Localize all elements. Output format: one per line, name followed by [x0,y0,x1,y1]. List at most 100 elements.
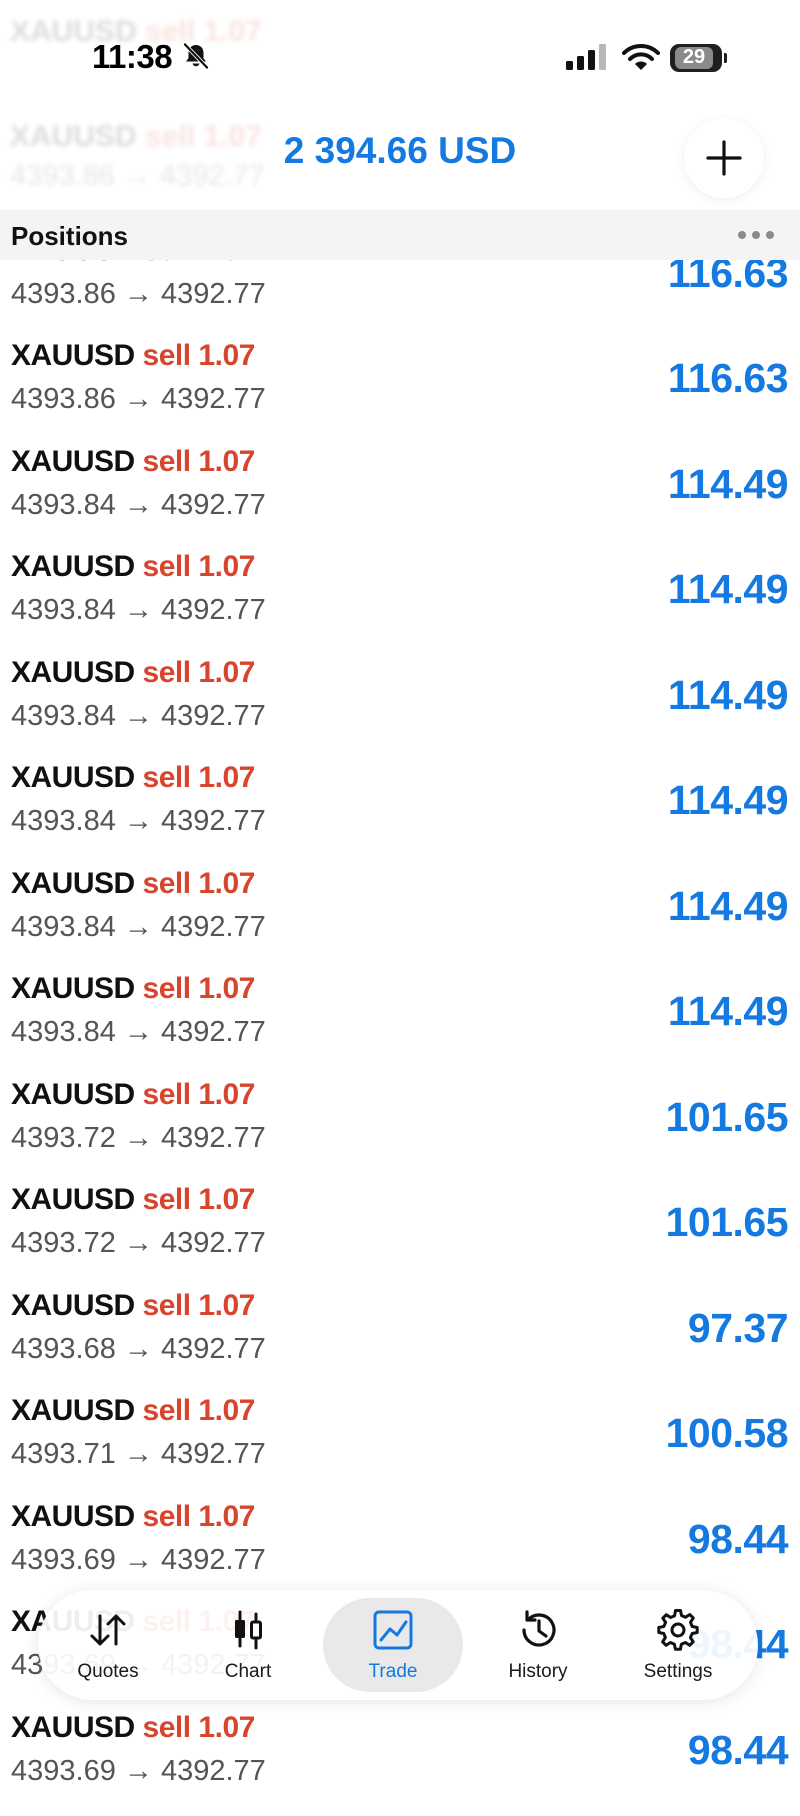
symbol-name: XAUUSD [11,1077,135,1111]
position-row[interactable]: XAUUSD sell 1.07 4393.84 → 4392.77 114.49 [0,550,800,655]
battery-percent: 29 [682,46,706,68]
tab-history[interactable]: History [468,1598,608,1692]
open-price: 4393.72 [11,1121,116,1154]
battery-icon: 29 [670,44,727,72]
position-symbol: XAUUSD sell 1.07 [11,1289,255,1323]
current-price: 4392.77 [160,1754,266,1787]
position-symbol: XAUUSD sell 1.07 [11,656,255,690]
history-clock-icon [522,1610,556,1647]
position-row[interactable]: XAUUSD sell 1.07 4393.72 → 4392.77 101.65 [0,1183,800,1288]
open-price: 4393.69 [11,1543,116,1576]
position-prices: 4393.72 → 4392.77 [11,1227,266,1259]
trade-volume: 1.07 [198,866,255,900]
current-price: 4392.77 [160,594,266,626]
trade-volume: 1.07 [198,550,255,583]
position-prices: 4393.72 → 4392.77 [11,1121,266,1154]
position-profit: 116.63 [667,355,789,401]
bottom-tab-bar: Quotes Chart Trade History Settings [38,1590,758,1700]
trade-side: sell 1.07 [142,761,256,794]
symbol-name: XAUUSD [11,339,135,372]
position-symbol: XAUUSD sell 1.07 [11,445,255,479]
symbol-name: XAUUSD [11,1288,135,1322]
tab-label: Quotes [77,1661,139,1682]
trade-side: sell 1.07 [142,1183,256,1216]
position-row[interactable]: XAUUSD sell 1.07 4393.68 → 4392.77 97.37 [0,1289,800,1394]
open-price: 4393.86 [11,277,116,310]
trade-side: sell 1.07 [142,655,256,689]
position-profit: 98.44 [687,1515,789,1562]
position-prices: 4393.84 → 4392.77 [11,910,266,943]
current-price: 4392.77 [160,805,266,837]
open-price: 4393.84 [11,910,116,943]
open-price: 4393.84 [11,805,116,837]
position-row[interactable]: XAUUSD sell 1.07 4393.71 → 4392.77 100.58 [0,1394,800,1499]
new-order-button[interactable] [684,118,764,198]
position-row[interactable]: XAUUSD sell 1.07 4393.69 → 4392.77 98.44 [0,1500,800,1605]
tab-chart[interactable]: Chart [178,1598,318,1692]
trade-side: sell 1.07 [142,1499,256,1533]
current-price: 4392.77 [160,1227,266,1259]
position-prices: 4393.84 → 4392.77 [11,488,266,521]
trade-side: sell 1.07 [142,339,256,372]
position-symbol: XAUUSD sell 1.07 [11,339,255,373]
position-profit: 114.49 [667,882,789,929]
position-profit: 114.49 [667,671,789,718]
position-prices: 4393.84 → 4392.77 [11,594,266,626]
wifi-icon [622,43,660,70]
account-balance: 2 394.66 USD [283,130,517,171]
open-price: 4393.84 [11,488,116,521]
trade-volume: 1.07 [198,1288,255,1322]
current-price: 4392.77 [160,699,266,732]
open-price: 4393.72 [11,1227,116,1259]
open-price: 4393.68 [11,1332,116,1365]
position-profit: 101.65 [665,1199,789,1245]
current-price: 4392.77 [160,1121,266,1154]
position-row[interactable]: XAUUSD sell 1.07 4393.84 → 4392.77 114.49 [0,656,800,761]
position-row[interactable]: XAUUSD sell 1.07 4393.69 → 4392.77 98.44 [0,1711,800,1816]
position-symbol: XAUUSD sell 1.07 [11,1711,255,1745]
tab-label: History [508,1661,568,1682]
clock: 11:38 [92,38,173,75]
trade-side: sell 1.07 [142,550,256,583]
position-row[interactable]: XAUUSD sell 1.07 4393.84 → 4392.77 114.49 [0,972,800,1077]
trade-volume: 1.07 [198,444,255,478]
position-symbol: XAUUSD sell 1.07 [11,867,255,901]
current-price: 4392.77 [160,1543,266,1576]
position-prices: 4393.71 → 4392.77 [11,1438,266,1470]
position-symbol: XAUUSD sell 1.07 [11,972,255,1006]
position-row[interactable]: XAUUSD sell 1.07 4393.72 → 4392.77 101.65 [0,1078,800,1183]
tab-quotes[interactable]: Quotes [38,1598,178,1692]
tab-settings[interactable]: Settings [608,1598,748,1692]
position-profit: 114.49 [667,460,789,507]
position-prices: 4393.84 → 4392.77 [11,699,266,732]
trade-chart-icon [373,1610,413,1650]
trade-volume: 1.07 [198,1077,255,1111]
position-symbol: XAUUSD sell 1.07 [11,761,255,795]
position-prices: 4393.68 → 4392.77 [11,1332,266,1365]
tab-trade[interactable]: Trade [323,1598,463,1692]
quotes-arrows-icon [90,1614,126,1646]
trade-volume: 1.07 [198,972,255,1005]
position-row[interactable]: XAUUSD sell 1.07 4393.86 → 4392.77 116.63 [0,339,800,444]
plus-icon [706,140,742,176]
symbol-name: XAUUSD [11,550,135,583]
position-row[interactable]: XAUUSD sell 1.07 4393.84 → 4392.77 114.49 [0,867,800,972]
position-profit: 114.49 [667,777,789,823]
position-profit: 114.49 [667,566,789,612]
position-profit: 100.58 [665,1410,789,1456]
tab-label: Settings [643,1661,713,1682]
position-row[interactable]: XAUUSD sell 1.07 4393.84 → 4392.77 114.49 [0,445,800,550]
position-row[interactable]: XAUUSD sell 1.07 4393.84 → 4392.77 114.49 [0,761,800,866]
candlestick-icon [235,1610,262,1650]
current-price: 4392.77 [160,910,266,943]
position-symbol: XAUUSD sell 1.07 [11,1078,255,1112]
open-price: 4393.84 [11,699,116,732]
trade-side: sell 1.07 [142,1394,256,1427]
symbol-name: XAUUSD [11,655,135,689]
symbol-name: XAUUSD [11,1394,135,1427]
position-prices: 4393.86 → 4392.77 [11,383,266,415]
open-price: 4393.84 [11,1016,116,1048]
trade-side: sell 1.07 [142,1288,256,1322]
more-options-icon[interactable] [738,231,774,239]
open-price: 4393.86 [11,383,116,415]
